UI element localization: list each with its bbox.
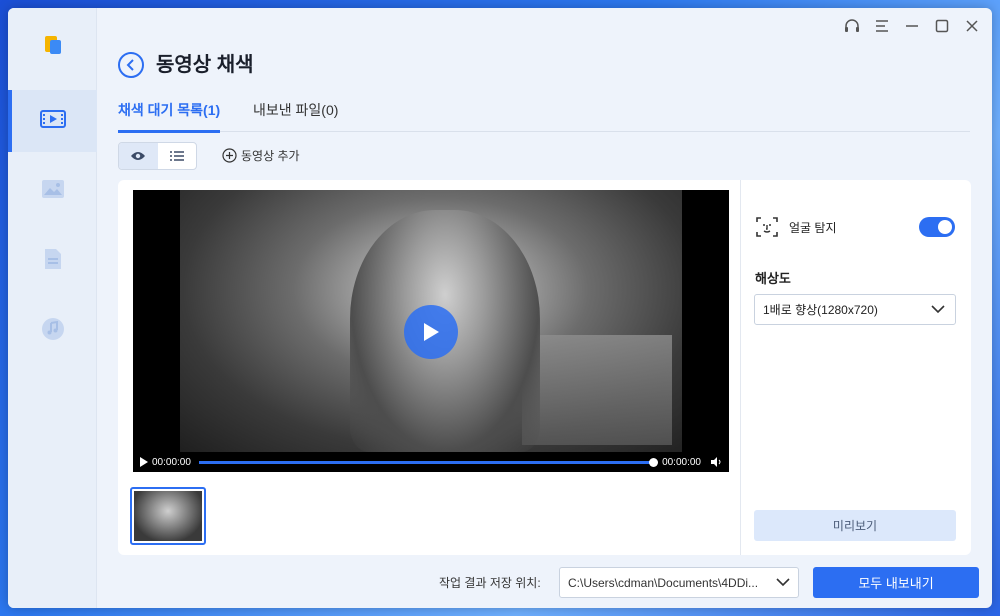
preview-button[interactable]: 미리보기 [754,510,956,541]
sidebar-item-document[interactable] [8,230,97,292]
video-background-building [522,335,672,445]
duration-time: 00:00:00 [662,456,701,468]
music-icon [41,317,65,346]
save-path-select[interactable]: C:\Users\cdman\Documents\4DDi... [559,567,799,598]
app-window: 동영상 채색 채색 대기 목록(1) 내보낸 파일(0) 동영상 추가 00:0… [8,8,992,608]
save-path-value: C:\Users\cdman\Documents\4DDi... [568,575,759,590]
image-icon [41,178,65,205]
sidebar [8,8,97,608]
current-time: 00:00:00 [152,456,191,468]
resolution-select[interactable]: 1배로 향상(1280x720) [754,294,956,325]
resolution-value: 1배로 향상(1280x720) [763,303,878,317]
add-video-label: 동영상 추가 [241,149,300,163]
list-icon [169,151,184,161]
play-button[interactable] [404,305,458,359]
view-toggle [118,142,197,170]
chevron-down-icon [776,578,790,587]
document-icon [43,247,63,276]
tab-bar: 채색 대기 목록(1) 내보낸 파일(0) [118,98,970,133]
save-location-label: 작업 결과 저장 위치: [439,576,541,590]
titlebar [842,16,982,36]
thumbnail-image [134,491,202,541]
page-title: 동영상 채색 [156,54,254,76]
app-logo-icon [42,34,64,56]
back-button[interactable] [118,52,144,78]
volume-icon[interactable] [711,457,723,467]
face-detect-row: 얼굴 탐지 [755,214,955,240]
content-card: 00:00:00 00:00:00 얼굴 탐지 해상도 1배로 향상(1280x… [118,180,971,555]
sidebar-item-audio[interactable] [8,300,97,362]
tab-exported[interactable]: 내보낸 파일(0) [253,100,338,120]
add-video-button[interactable]: 동영상 추가 [222,147,300,164]
seek-knob[interactable] [649,457,659,467]
menu-icon[interactable] [872,16,892,36]
video-thumbnail[interactable] [130,487,206,545]
settings-panel: 얼굴 탐지 해상도 1배로 향상(1280x720) 미리보기 [740,180,971,555]
minimize-icon[interactable] [902,16,922,36]
preview-view-button[interactable] [119,143,158,169]
sidebar-item-image[interactable] [8,160,97,222]
main-panel: 동영상 채색 채색 대기 목록(1) 내보낸 파일(0) 동영상 추가 00:0… [97,8,992,608]
chevron-left-icon [126,59,134,71]
video-enhance-icon [39,109,66,134]
sidebar-item-video[interactable] [8,90,97,152]
maximize-icon[interactable] [932,16,952,36]
face-scan-icon [756,217,778,237]
tab-queue[interactable]: 채색 대기 목록(1) [118,100,221,133]
headset-icon[interactable] [842,16,862,36]
close-icon[interactable] [962,16,982,36]
face-detect-toggle[interactable] [919,217,955,237]
play-icon [424,323,439,341]
chevron-down-icon [931,305,945,314]
resolution-label: 해상도 [755,271,791,286]
face-detect-label: 얼굴 탐지 [789,220,837,235]
toggle-knob [938,220,952,234]
plus-circle-icon [222,148,237,163]
video-player[interactable]: 00:00:00 00:00:00 [133,190,729,472]
eye-icon [131,152,146,160]
player-controls: 00:00:00 00:00:00 [133,452,729,472]
list-view-button[interactable] [158,143,197,169]
seek-bar[interactable] [198,457,659,467]
small-play-icon[interactable] [139,457,148,467]
export-all-button[interactable]: 모두 내보내기 [813,567,979,598]
